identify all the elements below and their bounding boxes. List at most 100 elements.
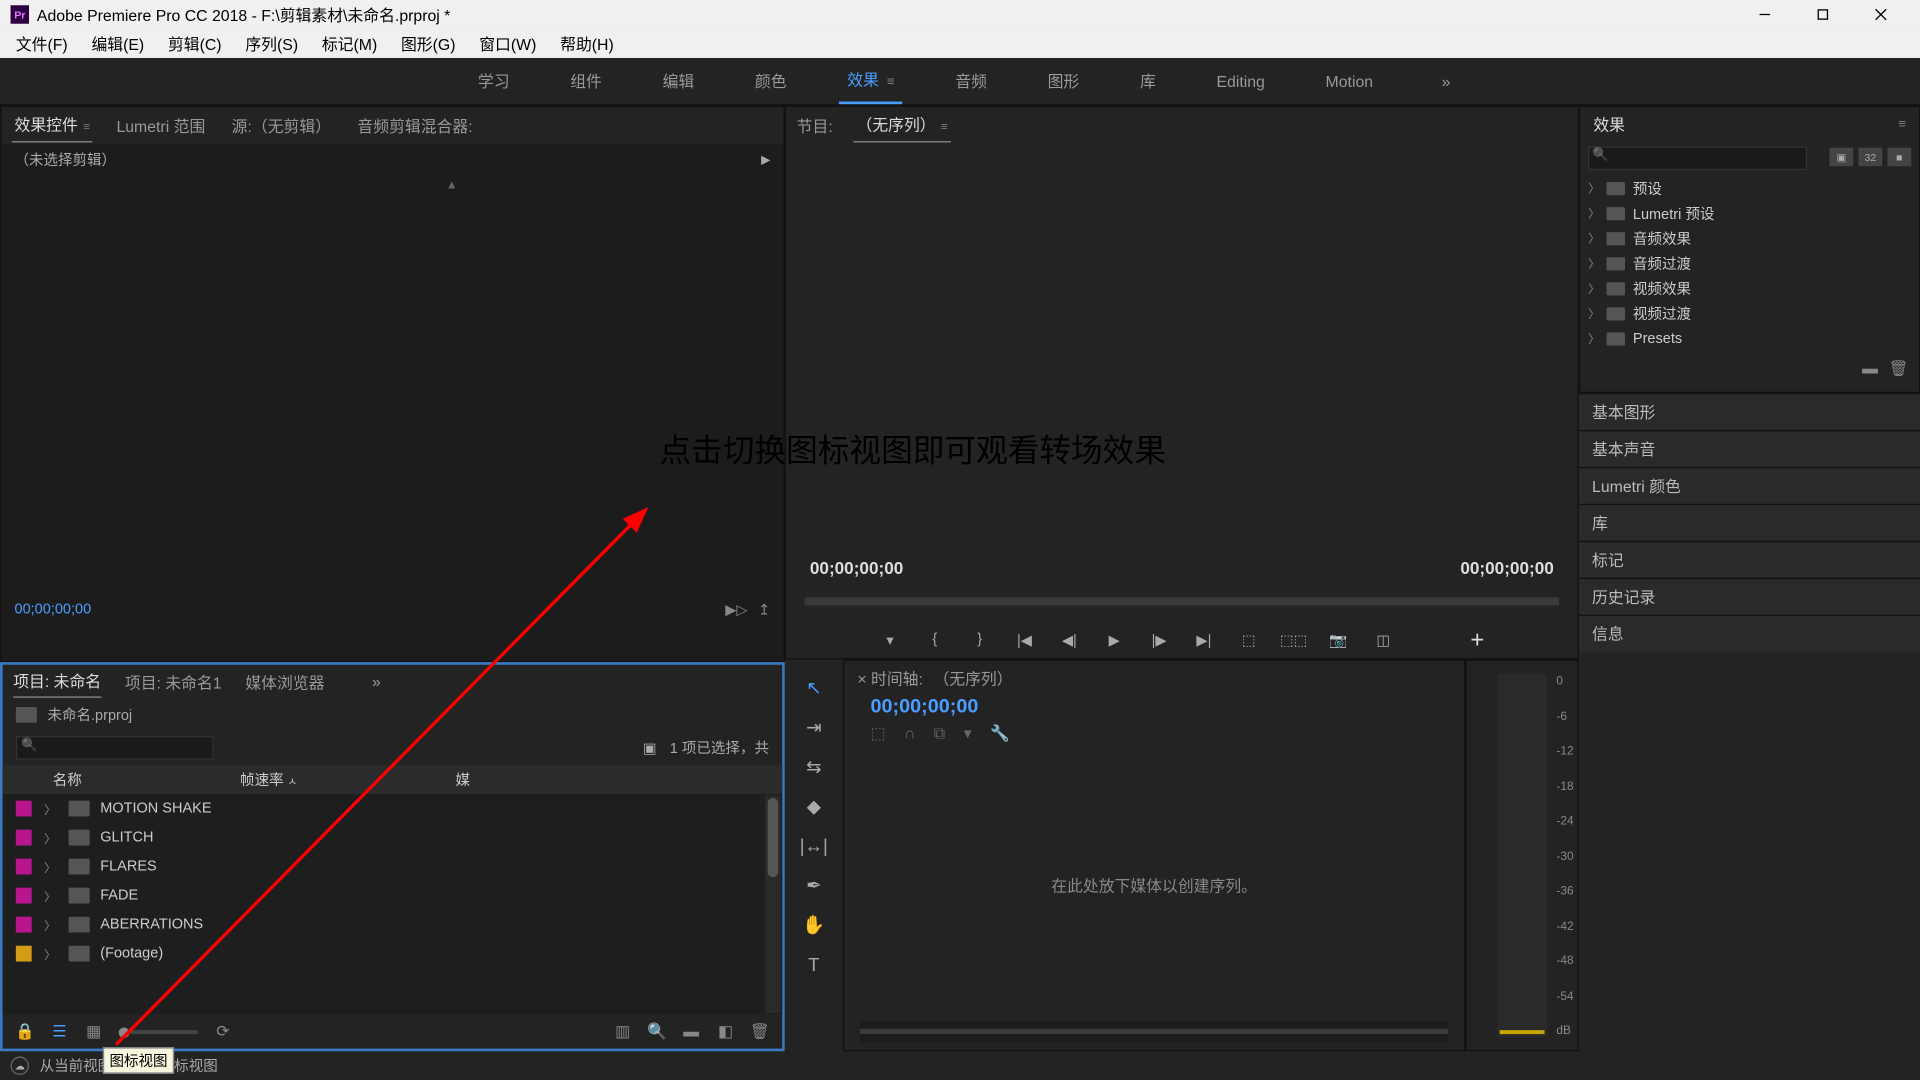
workspace-graphics[interactable]: 图形 xyxy=(1040,59,1088,103)
step-back-icon[interactable]: ◀| xyxy=(1059,629,1080,650)
project-row[interactable]: 〉 ABERRATIONS xyxy=(3,910,783,939)
tl-link-icon[interactable]: ⧉ xyxy=(934,723,945,743)
expand-icon[interactable]: 〉 xyxy=(1588,204,1599,221)
workspace-effects[interactable]: 效果≡ xyxy=(839,58,902,104)
sort-icon[interactable]: ⟳ xyxy=(214,1022,232,1040)
panel-lumetri-color[interactable]: Lumetri 颜色 xyxy=(1579,467,1920,504)
tab-media-browser[interactable]: 媒体浏览器 xyxy=(245,667,324,697)
project-row[interactable]: 〉 FLARES xyxy=(3,852,783,881)
effects-tree-item[interactable]: 〉Presets xyxy=(1588,326,1911,351)
find-icon[interactable]: 🔍 xyxy=(648,1022,666,1040)
ec-arrow-icon[interactable]: ▶ xyxy=(761,152,770,167)
in-point-icon[interactable]: { xyxy=(924,629,945,650)
workspace-editing-cn[interactable]: 编辑 xyxy=(655,59,703,103)
label-swatch[interactable] xyxy=(16,801,32,817)
tab-source-monitor[interactable]: 源:（无剪辑） xyxy=(229,109,334,142)
col-name[interactable]: 名称 xyxy=(53,769,82,790)
menu-help[interactable]: 帮助(H) xyxy=(552,32,621,54)
fx-toggle-accel-icon[interactable]: ▣ xyxy=(1829,148,1853,166)
tab-project-unnamed1[interactable]: 项目: 未命名1 xyxy=(125,667,222,697)
tl-snap-icon[interactable]: ∩ xyxy=(904,724,915,742)
new-item-icon[interactable]: ◧ xyxy=(716,1022,734,1040)
list-view-icon[interactable]: ☰ xyxy=(50,1022,68,1040)
project-scrollbar[interactable] xyxy=(765,795,781,1013)
go-in-icon[interactable]: |◀ xyxy=(1014,629,1035,650)
workspace-learn[interactable]: 学习 xyxy=(470,59,518,103)
filter-bin-icon[interactable]: ▣ xyxy=(643,739,657,756)
program-scrubbar[interactable] xyxy=(786,584,1577,621)
label-swatch[interactable] xyxy=(16,946,32,962)
project-row[interactable]: 〉 FADE xyxy=(3,881,783,910)
tl-nest-icon[interactable]: ⬚ xyxy=(871,724,886,742)
menu-clip[interactable]: 剪辑(C) xyxy=(160,32,229,54)
expand-icon[interactable]: 〉 xyxy=(1588,280,1599,297)
effects-tree-item[interactable]: 〉视频效果 xyxy=(1588,276,1911,301)
marker-icon[interactable]: ▾ xyxy=(879,629,900,650)
effects-search-input[interactable] xyxy=(1588,146,1807,170)
project-overflow-icon[interactable]: » xyxy=(372,673,381,691)
hand-tool-icon[interactable]: ✋ xyxy=(799,910,828,939)
workspace-color[interactable]: 颜色 xyxy=(747,59,795,103)
panel-info[interactable]: 信息 xyxy=(1579,615,1920,652)
new-bin-icon[interactable]: ▬ xyxy=(682,1022,700,1040)
pen-tool-icon[interactable]: ✒ xyxy=(799,871,828,900)
label-swatch[interactable] xyxy=(16,888,32,904)
button-editor-icon[interactable]: + xyxy=(1470,626,1484,654)
panel-library[interactable]: 库 xyxy=(1579,504,1920,541)
panel-essential-graphics[interactable]: 基本图形 xyxy=(1579,393,1920,430)
expand-icon[interactable]: 〉 xyxy=(42,858,58,875)
step-fwd-icon[interactable]: |▶ xyxy=(1148,629,1169,650)
col-framerate[interactable]: 帧速率ㅅ xyxy=(240,769,297,790)
fx-toggle-yuv-icon[interactable]: ■ xyxy=(1887,148,1911,166)
effects-tree-item[interactable]: 〉预设 xyxy=(1588,175,1911,200)
selection-tool-icon[interactable]: ↖ xyxy=(799,673,828,702)
delete-icon[interactable]: 🗑 xyxy=(751,1022,769,1040)
cloud-sync-icon[interactable]: ☁ xyxy=(11,1057,29,1075)
maximize-button[interactable] xyxy=(1794,0,1852,29)
tl-marker-icon[interactable]: ▾ xyxy=(964,724,972,742)
delete-preset-icon[interactable]: 🗑 xyxy=(1888,359,1908,377)
writable-icon[interactable]: 🔒 xyxy=(16,1022,34,1040)
extract-icon[interactable]: ⬚⬚ xyxy=(1283,629,1304,650)
tab-project-unnamed[interactable]: 项目: 未命名≡ xyxy=(13,666,101,698)
timeline-zoom-bar[interactable] xyxy=(860,1021,1448,1042)
track-select-tool-icon[interactable]: ⇥ xyxy=(799,712,828,741)
label-swatch[interactable] xyxy=(16,859,32,875)
project-row[interactable]: 〉 GLITCH xyxy=(3,823,783,852)
expand-icon[interactable]: 〉 xyxy=(1588,255,1599,272)
fx-toggle-32bit-icon[interactable]: 32 xyxy=(1858,148,1882,166)
expand-icon[interactable]: 〉 xyxy=(42,887,58,904)
menu-window[interactable]: 窗口(W) xyxy=(471,32,544,54)
effects-tree-item[interactable]: 〉音频过渡 xyxy=(1588,251,1911,276)
effects-tree-item[interactable]: 〉视频过渡 xyxy=(1588,301,1911,326)
workspace-library[interactable]: 库 xyxy=(1132,59,1164,103)
ec-play-icon[interactable]: ▶▷ xyxy=(725,601,747,618)
automate-icon[interactable]: ▥ xyxy=(613,1022,631,1040)
expand-icon[interactable]: 〉 xyxy=(1588,305,1599,322)
minimize-button[interactable] xyxy=(1736,0,1794,29)
expand-icon[interactable]: 〉 xyxy=(42,800,58,817)
close-button[interactable] xyxy=(1852,0,1910,29)
menu-sequence[interactable]: 序列(S) xyxy=(237,32,306,54)
tl-settings-icon[interactable]: 🔧 xyxy=(990,724,1010,742)
menu-graphics[interactable]: 图形(G) xyxy=(393,32,463,54)
project-row[interactable]: 〉 (Footage) xyxy=(3,939,783,968)
menu-edit[interactable]: 编辑(E) xyxy=(84,32,153,54)
panel-essential-sound[interactable]: 基本声音 xyxy=(1579,430,1920,467)
project-search-input[interactable] xyxy=(16,736,214,760)
effects-tree-item[interactable]: 〉音频效果 xyxy=(1588,226,1911,251)
ripple-tool-icon[interactable]: ⇆ xyxy=(799,752,828,781)
ec-collapse-icon[interactable]: ▲ xyxy=(446,178,458,191)
effects-panel-menu-icon[interactable]: ≡ xyxy=(1898,117,1906,132)
menu-markers[interactable]: 标记(M) xyxy=(314,32,385,54)
razor-tool-icon[interactable]: ◆ xyxy=(799,791,828,820)
workspace-editing[interactable]: Editing xyxy=(1209,61,1273,101)
compare-icon[interactable]: ◫ xyxy=(1373,629,1394,650)
program-viewer[interactable] xyxy=(786,144,1577,550)
label-swatch[interactable] xyxy=(16,917,32,933)
label-swatch[interactable] xyxy=(16,830,32,846)
menu-file[interactable]: 文件(F) xyxy=(8,32,76,54)
expand-icon[interactable]: 〉 xyxy=(42,916,58,933)
expand-icon[interactable]: 〉 xyxy=(1588,230,1599,247)
panel-markers[interactable]: 标记 xyxy=(1579,541,1920,578)
